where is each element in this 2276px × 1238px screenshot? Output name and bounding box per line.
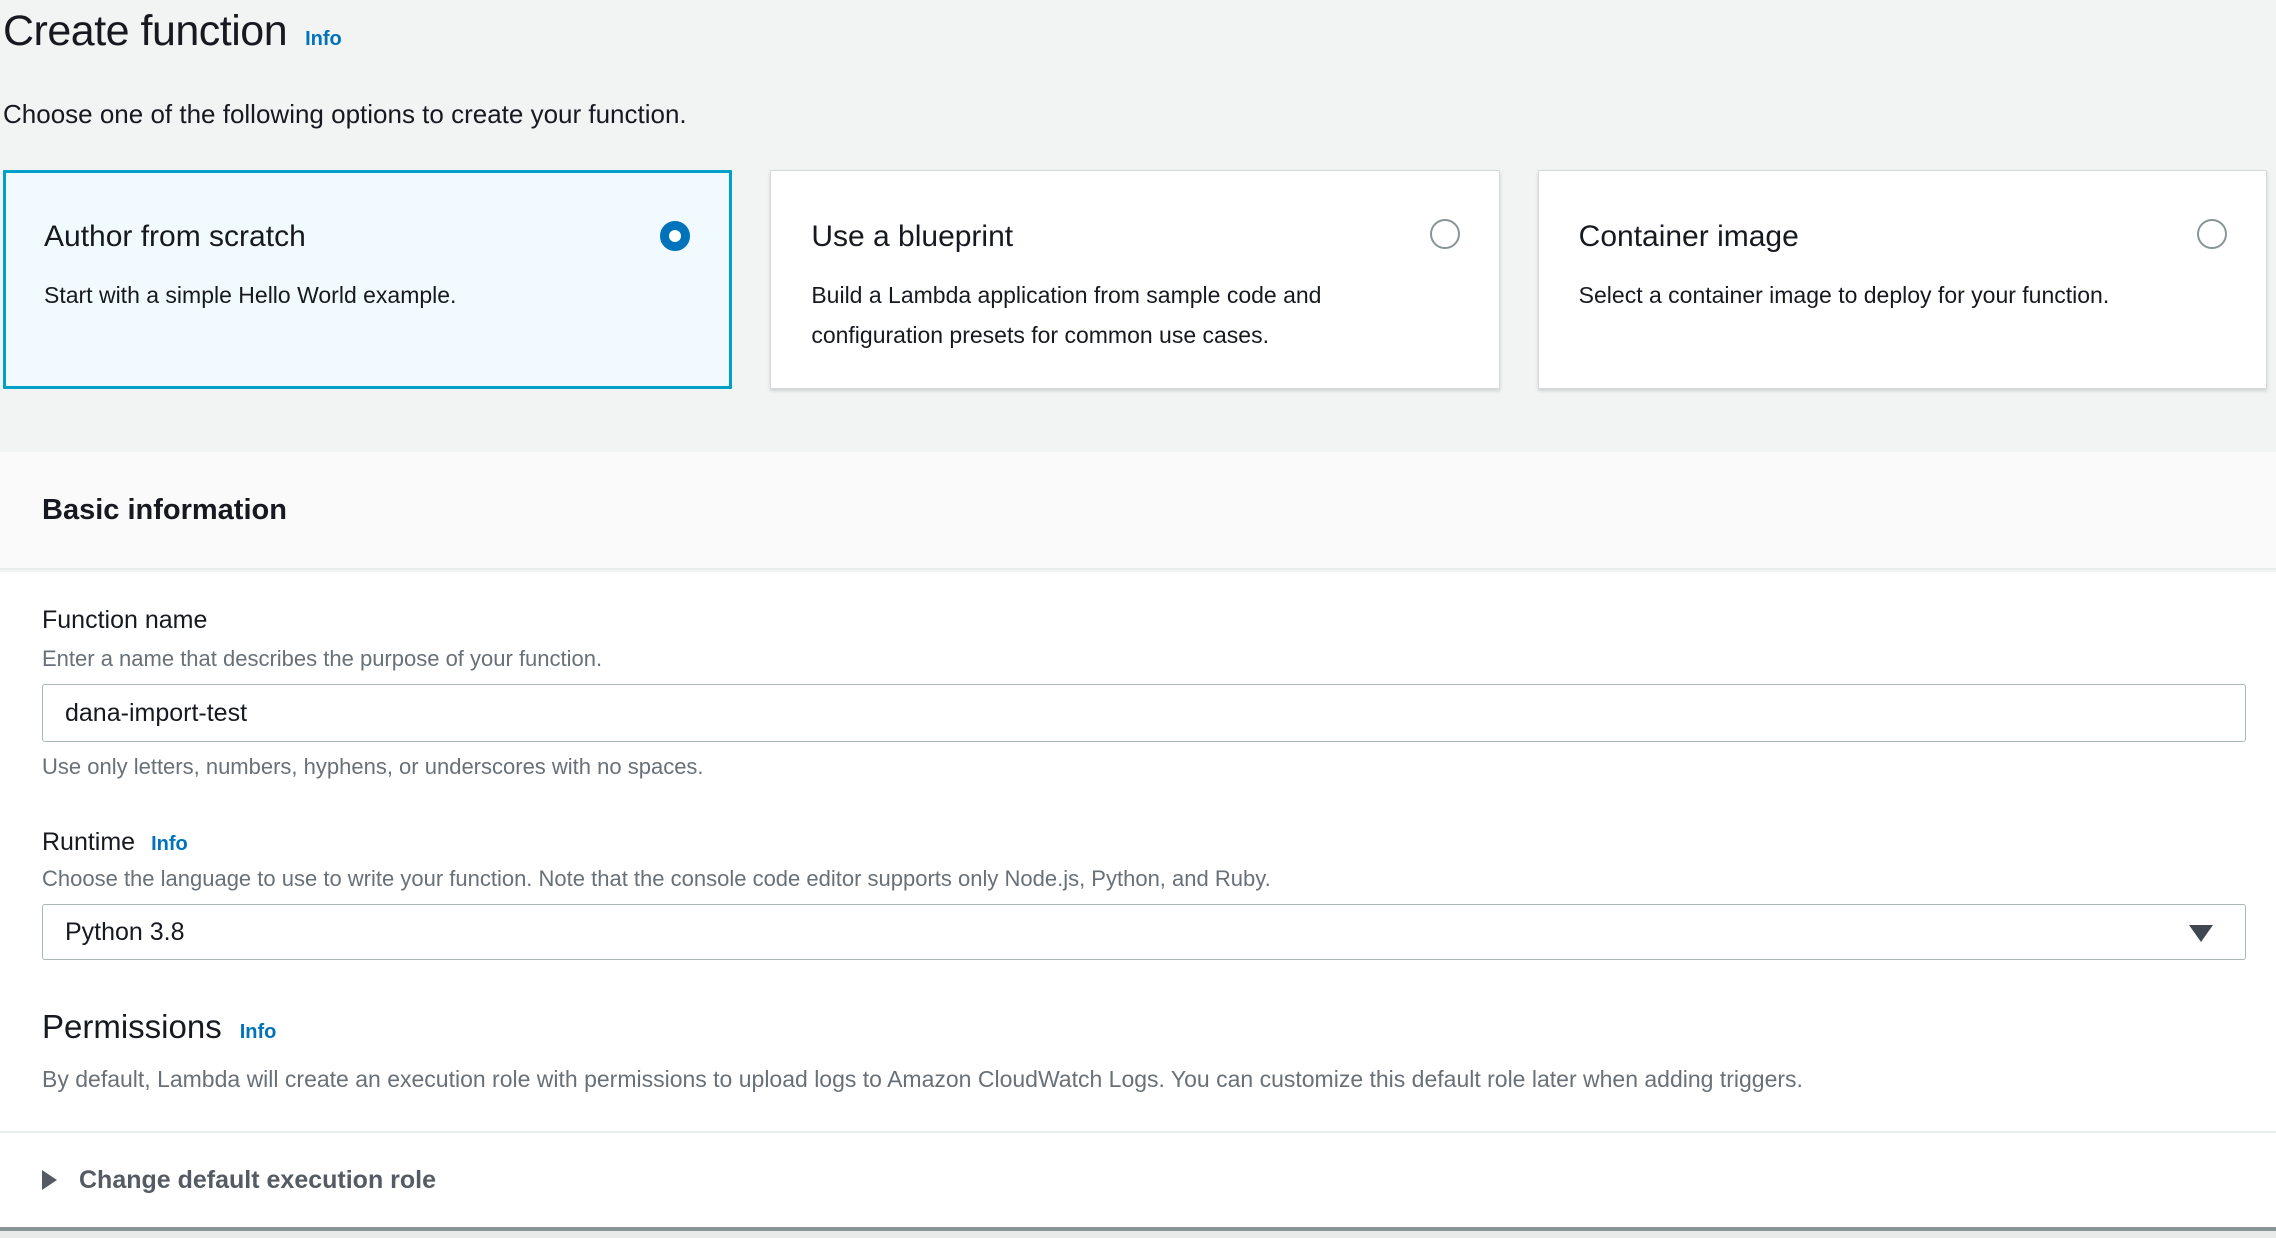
permissions-divider — [0, 1131, 2276, 1133]
change-default-execution-role-label: Change default execution role — [79, 1166, 436, 1195]
basic-information-header: Basic information — [0, 452, 2276, 570]
page-title-info-link[interactable]: Info — [305, 28, 342, 51]
card-author-from-scratch[interactable]: Author from scratch Start with a simple … — [3, 170, 732, 389]
card-description: Start with a simple Hello World example. — [44, 275, 644, 315]
basic-information-title: Basic information — [42, 494, 287, 527]
card-title: Use a blueprint — [811, 217, 1458, 257]
page-bottom-band — [0, 1231, 2276, 1238]
card-title: Container image — [1579, 217, 2226, 257]
permissions-title: Permissions — [42, 1008, 222, 1046]
page-title: Create function — [3, 2, 287, 60]
card-description: Select a container image to deploy for y… — [1579, 275, 2179, 315]
card-title: Author from scratch — [44, 217, 691, 257]
function-name-label: Function name — [42, 604, 207, 636]
permissions-header-row: Permissions Info — [42, 1008, 276, 1046]
expand-caret-icon — [42, 1170, 57, 1190]
page-subtitle: Choose one of the following options to c… — [3, 94, 687, 134]
card-use-a-blueprint[interactable]: Use a blueprint Build a Lambda applicati… — [770, 170, 1499, 389]
function-name-description: Enter a name that describes the purpose … — [42, 644, 602, 674]
card-container-image[interactable]: Container image Select a container image… — [1538, 170, 2267, 389]
function-name-hint: Use only letters, numbers, hyphens, or u… — [42, 752, 704, 782]
permissions-info-link[interactable]: Info — [240, 1021, 277, 1044]
function-name-input[interactable] — [42, 684, 2246, 742]
use-a-blueprint-radio[interactable] — [1430, 219, 1460, 249]
container-image-radio[interactable] — [2197, 219, 2227, 249]
change-default-execution-role-toggle[interactable]: Change default execution role — [42, 1158, 436, 1202]
runtime-select[interactable]: Python 3.8 — [42, 904, 2246, 960]
permissions-description: By default, Lambda will create an execut… — [42, 1064, 1803, 1094]
dropdown-arrow-icon — [2189, 925, 2213, 942]
runtime-label: Runtime — [42, 826, 135, 858]
card-description: Build a Lambda application from sample c… — [811, 275, 1411, 355]
runtime-info-link[interactable]: Info — [151, 833, 188, 856]
page-heading-row: Create function Info — [3, 2, 342, 60]
runtime-selected-value: Python 3.8 — [65, 918, 185, 947]
runtime-label-row: Runtime Info — [42, 826, 188, 858]
runtime-description: Choose the language to use to write your… — [42, 864, 1271, 894]
creation-option-cards: Author from scratch Start with a simple … — [3, 170, 2267, 389]
create-function-page: Create function Info Choose one of the f… — [0, 0, 2276, 1238]
